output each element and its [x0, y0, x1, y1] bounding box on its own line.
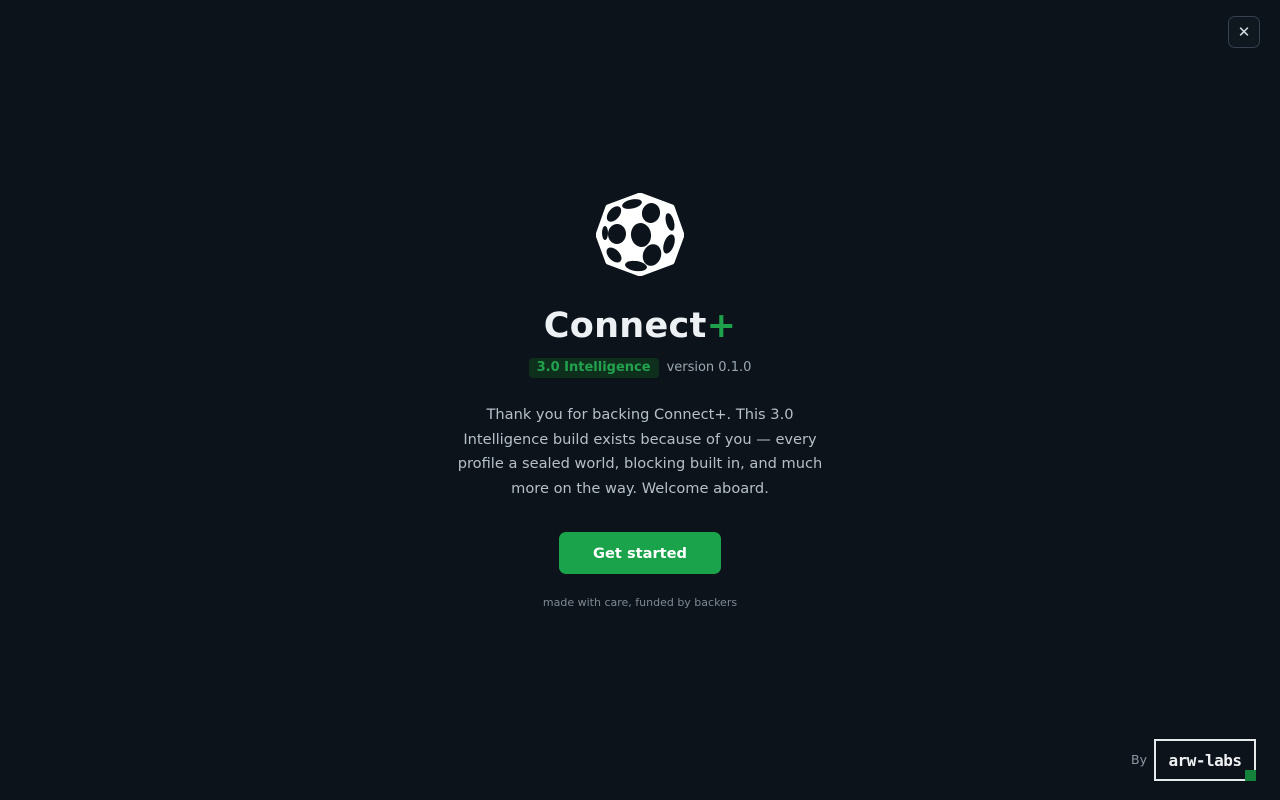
get-started-button[interactable]: Get started — [559, 532, 721, 574]
brand-name: arw-labs — [1168, 750, 1242, 770]
welcome-message: Thank you for backing Connect+. This 3.0… — [457, 406, 823, 498]
app-title: Connect+ — [0, 303, 1280, 349]
version-label: version 0.1.0 — [666, 360, 752, 375]
close-icon: ✕ — [1237, 23, 1251, 41]
footnote: made with care, funded by backers — [542, 596, 738, 609]
brand-accent-square — [1245, 770, 1256, 781]
welcome-screen: ✕ Connect+ 3.0 Intelligence version 0.1.… — [0, 0, 1280, 800]
by-label: By — [1131, 752, 1147, 767]
close-button[interactable]: ✕ — [1228, 16, 1260, 48]
app-name-plus: + — [706, 306, 737, 346]
intelligence-badge: 3.0 Intelligence — [528, 357, 659, 378]
brand-logo[interactable]: arw-labs — [1154, 739, 1256, 781]
logo-icon — [596, 193, 684, 276]
app-name: Connect — [543, 306, 707, 346]
version-row: 3.0 Intelligence version 0.1.0 — [0, 357, 1280, 378]
